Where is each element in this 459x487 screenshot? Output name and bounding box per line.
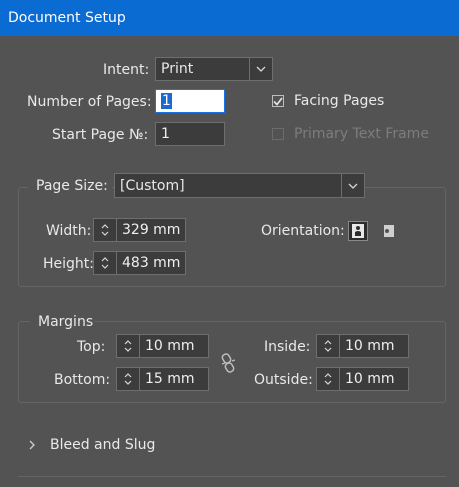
number-of-pages-value: 1 <box>161 93 172 109</box>
margin-outside-label: Outside: <box>254 372 313 388</box>
margin-top-value[interactable]: 10 mm <box>140 335 195 357</box>
stepper-arrows-icon[interactable] <box>94 252 117 274</box>
page-size-value: [Custom] <box>120 177 185 194</box>
dialog-title-bar[interactable]: Document Setup <box>0 0 459 36</box>
stepper-arrows-icon[interactable] <box>117 368 140 390</box>
margins-title: Margins <box>38 314 94 330</box>
portrait-orientation-button[interactable] <box>348 221 368 241</box>
margin-inside-stepper[interactable]: 10 mm <box>316 334 409 358</box>
intent-value: Print <box>161 61 194 77</box>
stepper-arrows-icon[interactable] <box>317 335 340 357</box>
primary-text-frame-checkbox[interactable] <box>272 128 284 140</box>
margin-inside-label: Inside: <box>264 339 311 355</box>
width-label: Width: <box>46 223 92 239</box>
width-stepper[interactable]: 329 mm <box>93 218 186 242</box>
stepper-arrows-icon[interactable] <box>317 368 340 390</box>
start-page-input[interactable]: 1 <box>155 122 225 146</box>
chevron-down-icon[interactable] <box>341 174 364 197</box>
primary-text-frame-label: Primary Text Frame <box>294 126 429 142</box>
page-size-select[interactable]: [Custom] <box>114 173 365 198</box>
portrait-icon <box>352 224 364 238</box>
start-page-value: 1 <box>161 126 170 142</box>
margin-bottom-label: Bottom: <box>54 372 111 388</box>
divider <box>18 476 446 477</box>
broken-chain-icon[interactable] <box>219 352 237 374</box>
chevron-down-icon[interactable] <box>249 58 272 80</box>
dialog-title: Document Setup <box>8 10 126 26</box>
chevron-right-icon <box>29 440 35 450</box>
margin-top-stepper[interactable]: 10 mm <box>116 334 209 358</box>
height-stepper[interactable]: 483 mm <box>93 251 186 275</box>
page-size-label: Page Size: <box>36 178 108 194</box>
margin-bottom-stepper[interactable]: 15 mm <box>116 367 209 391</box>
margin-outside-value[interactable]: 10 mm <box>340 368 395 390</box>
landscape-orientation-button[interactable] <box>376 221 396 241</box>
intent-select[interactable]: Print <box>155 57 273 81</box>
height-value[interactable]: 483 mm <box>117 252 180 274</box>
width-value[interactable]: 329 mm <box>117 219 180 241</box>
height-label: Height: <box>43 256 94 272</box>
margin-top-label: Top: <box>77 339 106 355</box>
facing-pages-label: Facing Pages <box>294 93 385 109</box>
bleed-and-slug-toggle[interactable]: Bleed and Slug <box>28 434 228 456</box>
margin-inside-value[interactable]: 10 mm <box>340 335 395 357</box>
checkmark-icon <box>273 97 283 106</box>
intent-label: Intent: <box>103 62 150 78</box>
stepper-arrows-icon[interactable] <box>94 219 117 241</box>
bleed-and-slug-label: Bleed and Slug <box>50 437 156 453</box>
facing-pages-checkbox[interactable] <box>272 95 284 107</box>
orientation-label: Orientation: <box>261 223 345 239</box>
margin-outside-stepper[interactable]: 10 mm <box>316 367 409 391</box>
number-of-pages-label: Number of Pages: <box>27 94 152 110</box>
landscape-icon <box>378 225 394 237</box>
margin-bottom-value[interactable]: 15 mm <box>140 368 195 390</box>
number-of-pages-input[interactable]: 1 <box>155 89 225 113</box>
start-page-label: Start Page №: <box>52 127 149 143</box>
stepper-arrows-icon[interactable] <box>117 335 140 357</box>
